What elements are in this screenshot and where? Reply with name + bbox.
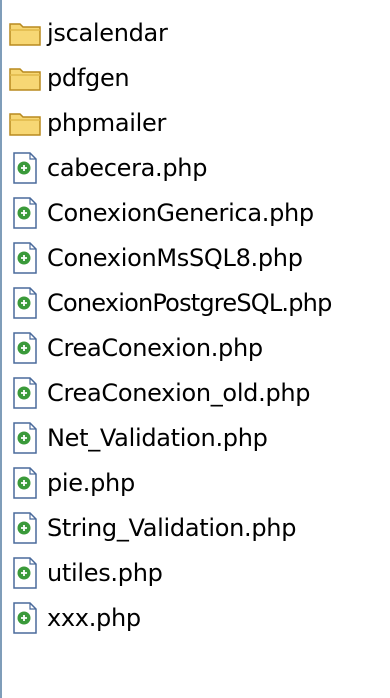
- php-file-icon: [6, 374, 44, 412]
- item-label: Net_Validation.php: [47, 423, 268, 452]
- file-item-conexionmssql8[interactable]: ConexionMsSQL8.php: [6, 235, 390, 280]
- folder-item-phpmailer[interactable]: phpmailer: [6, 100, 390, 145]
- file-item-creaconexion-old[interactable]: CreaConexion_old.php: [6, 370, 390, 415]
- folder-icon: [6, 59, 44, 97]
- php-file-icon: [6, 149, 44, 187]
- item-label: String_Validation.php: [47, 513, 297, 542]
- php-file-icon: [6, 554, 44, 592]
- folder-icon: [6, 14, 44, 52]
- folder-item-pdfgen[interactable]: pdfgen: [6, 55, 390, 100]
- file-item-pie[interactable]: pie.php: [6, 460, 390, 505]
- php-file-icon: [6, 194, 44, 232]
- php-file-icon: [6, 284, 44, 322]
- item-label: pdfgen: [47, 63, 130, 92]
- folder-item-jscalendar[interactable]: jscalendar: [6, 10, 390, 55]
- php-file-icon: [6, 464, 44, 502]
- file-list: jscalendar pdfgen phpmailer cabecera.php…: [6, 10, 390, 640]
- item-label: phpmailer: [47, 108, 167, 137]
- item-label: cabecera.php: [47, 153, 208, 182]
- file-item-utiles[interactable]: utiles.php: [6, 550, 390, 595]
- file-item-conexiongenerica[interactable]: ConexionGenerica.php: [6, 190, 390, 235]
- item-label: utiles.php: [47, 558, 163, 587]
- item-label: ConexionGenerica.php: [47, 198, 314, 227]
- folder-icon: [6, 104, 44, 142]
- item-label: pie.php: [47, 468, 135, 497]
- php-file-icon: [6, 419, 44, 457]
- php-file-icon: [6, 509, 44, 547]
- php-file-icon: [6, 329, 44, 367]
- item-label: xxx.php: [47, 603, 141, 632]
- file-item-xxx[interactable]: xxx.php: [6, 595, 390, 640]
- item-label: jscalendar: [47, 18, 168, 47]
- item-label: CreaConexion.php: [47, 333, 263, 362]
- list-left-border: [0, 0, 2, 698]
- file-item-creaconexion[interactable]: CreaConexion.php: [6, 325, 390, 370]
- php-file-icon: [6, 239, 44, 277]
- item-label: ConexionMsSQL8.php: [47, 243, 303, 272]
- file-item-conexionpostgresql[interactable]: ConexionPostgreSQL.php: [6, 280, 390, 325]
- item-label: ConexionPostgreSQL.php: [47, 288, 332, 317]
- php-file-icon: [6, 599, 44, 637]
- file-item-string-validation[interactable]: String_Validation.php: [6, 505, 390, 550]
- file-item-cabecera[interactable]: cabecera.php: [6, 145, 390, 190]
- item-label: CreaConexion_old.php: [47, 378, 311, 407]
- file-item-net-validation[interactable]: Net_Validation.php: [6, 415, 390, 460]
